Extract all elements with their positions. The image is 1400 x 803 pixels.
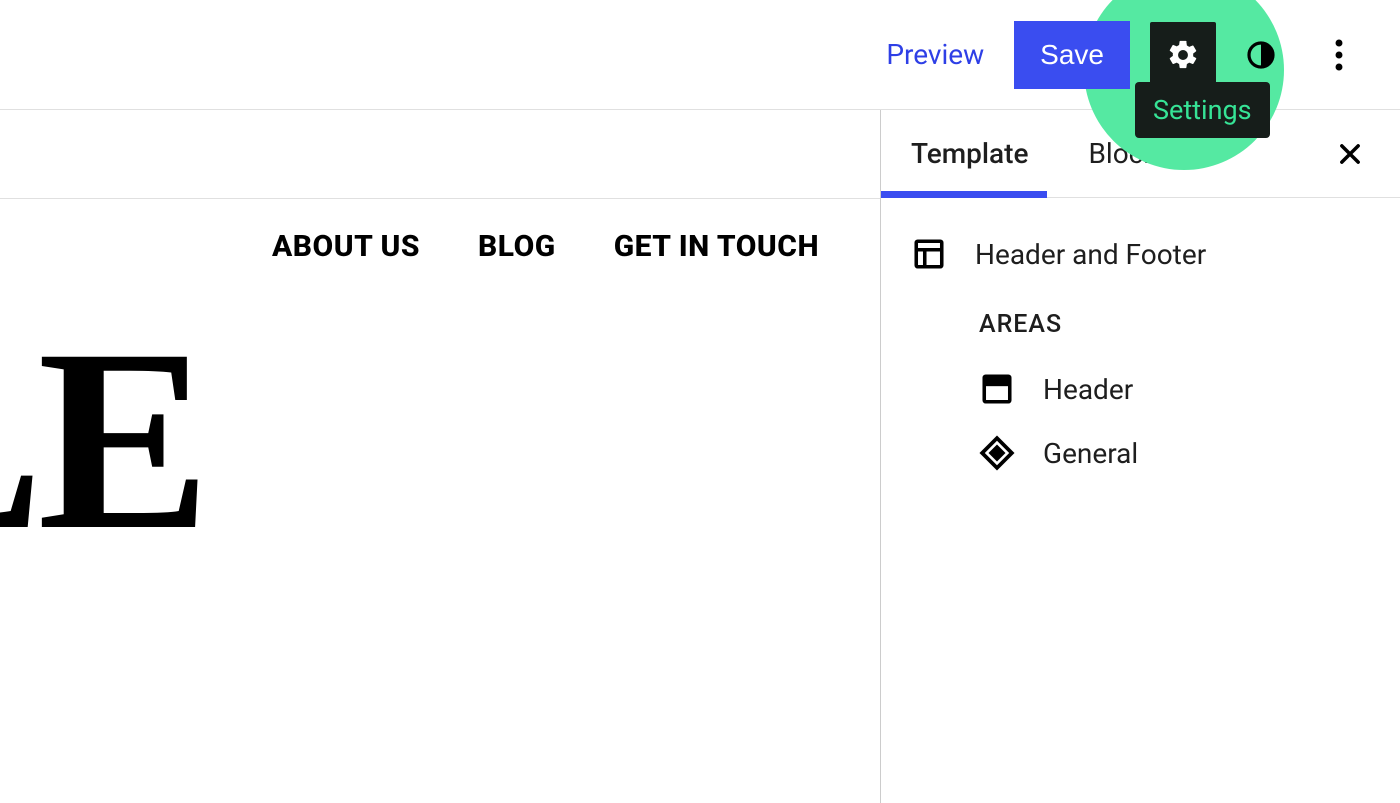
area-item-general[interactable]: General: [911, 421, 1370, 485]
contrast-icon: [1243, 37, 1279, 73]
tab-active-indicator: [881, 191, 1047, 198]
template-name-row[interactable]: Header and Footer: [911, 226, 1370, 296]
nav-item-contact[interactable]: GET IN TOUCH: [614, 229, 819, 264]
area-item-header[interactable]: Header: [911, 357, 1370, 421]
styles-button[interactable]: [1228, 22, 1294, 88]
more-menu-button[interactable]: [1306, 22, 1372, 88]
site-nav: ABOUT US BLOG GET IN TOUCH: [272, 199, 880, 264]
close-icon: [1332, 136, 1368, 172]
preview-button[interactable]: Preview: [886, 38, 984, 71]
main-area: ABOUT US BLOG GET IN TOUCH LE Template B…: [0, 110, 1400, 803]
tab-template[interactable]: Template: [881, 110, 1058, 197]
nav-item-about[interactable]: ABOUT US: [272, 229, 420, 264]
sidebar-body: Header and Footer AREAS Header General: [881, 198, 1400, 513]
header-icon: [979, 371, 1015, 407]
canvas-header-spacer: [0, 110, 880, 199]
editor-canvas[interactable]: ABOUT US BLOG GET IN TOUCH LE: [0, 110, 881, 803]
general-icon: [979, 435, 1015, 471]
layout-icon: [911, 236, 947, 272]
hero-title-fragment: LE: [0, 310, 205, 570]
close-sidebar-button[interactable]: [1330, 134, 1370, 174]
settings-button[interactable]: [1150, 22, 1216, 88]
more-vertical-icon: [1321, 37, 1357, 73]
settings-sidebar: Template Block Header and Footer AREAS: [881, 110, 1400, 803]
gear-icon: [1165, 37, 1201, 73]
area-label: General: [1043, 437, 1138, 470]
template-name-label: Header and Footer: [975, 238, 1206, 271]
area-label: Header: [1043, 373, 1133, 406]
areas-heading: AREAS: [979, 310, 1370, 339]
save-button[interactable]: Save: [1014, 21, 1130, 89]
settings-tooltip: Settings: [1135, 82, 1270, 138]
nav-item-blog[interactable]: BLOG: [478, 229, 556, 264]
settings-button-wrap: Settings: [1150, 22, 1216, 88]
